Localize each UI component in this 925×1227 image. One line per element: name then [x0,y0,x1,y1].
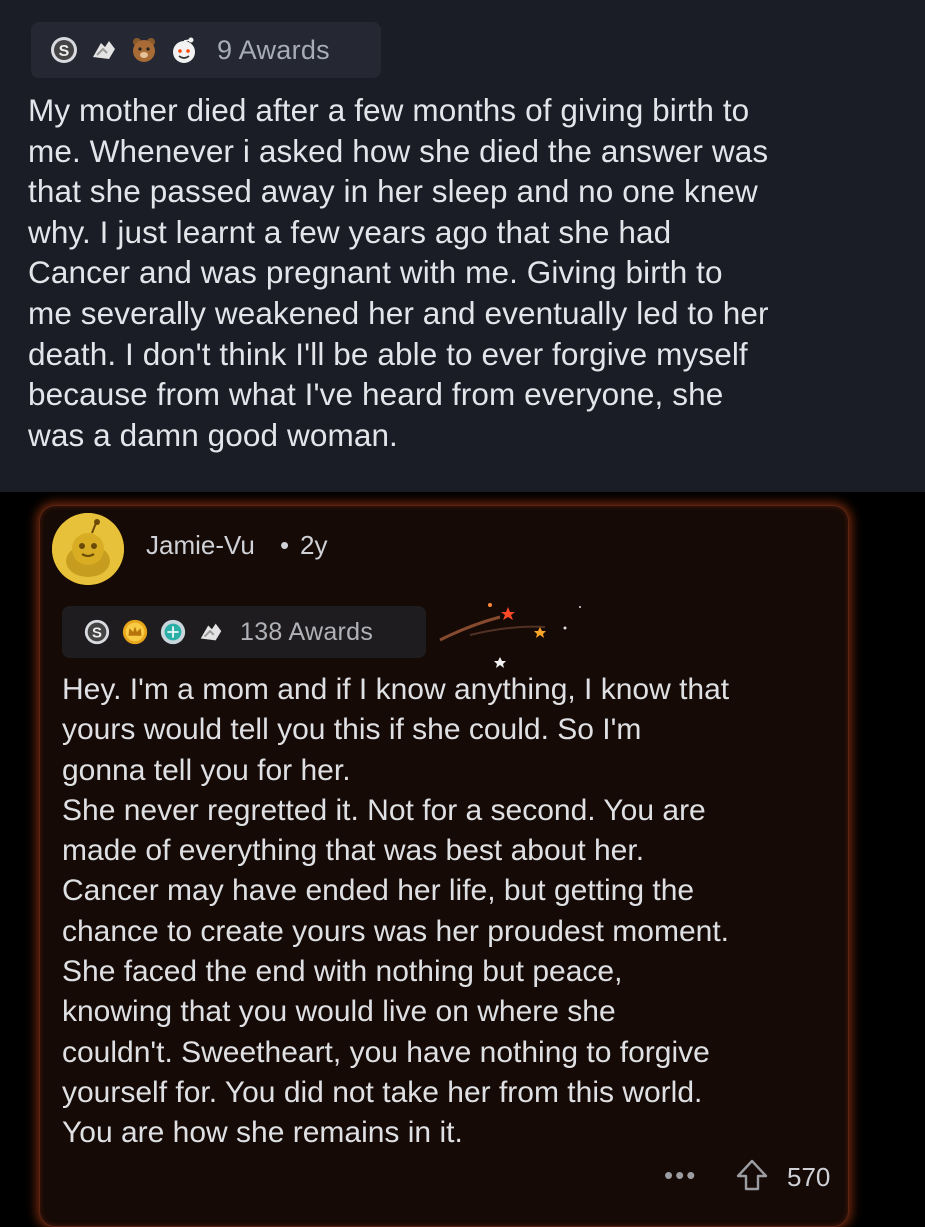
vote-count: 570 [787,1162,831,1192]
meta-separator: • [280,530,290,560]
post-awards-bar[interactable]: S 9 Awards [31,22,381,78]
bear-award-icon [129,35,159,65]
svg-text:S: S [92,625,102,642]
gold-crown-award-icon [120,617,150,647]
post-section: S 9 Awards My mother died after a few mo… [0,0,925,492]
platinum-award-icon [158,617,188,647]
upvote-icon[interactable] [733,1156,771,1194]
svg-text:S: S [59,43,70,60]
post-body: My mother died after a few months of giv… [28,92,769,453]
comment-age: 2y [300,530,328,560]
awards-count: 138 Awards [240,617,374,646]
sparkle-animation-icon [439,603,581,668]
comment-body: Hey. I'm a mom and if I know anything, I… [62,673,730,1150]
hands-award-icon [89,35,119,65]
wholesome-award-icon [169,35,199,65]
hands-award-icon [196,617,226,647]
comment-username[interactable]: Jamie-Vu [146,530,255,561]
comment-awards-bar[interactable]: S 138 Awards [62,606,426,658]
avatar[interactable] [52,513,124,585]
awards-count: 9 Awards [217,34,330,65]
silver-award-icon: S [82,617,112,647]
more-options-icon[interactable]: ••• [664,1160,697,1191]
silver-award-icon: S [49,35,79,65]
